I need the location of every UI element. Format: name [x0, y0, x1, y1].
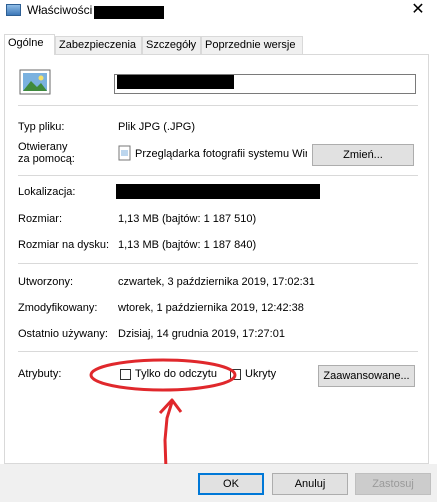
created-label: Utworzony:: [18, 276, 74, 288]
apply-button[interactable]: Zastosuj: [355, 473, 431, 495]
separator: [18, 175, 418, 176]
readonly-label[interactable]: Tylko do odczytu: [135, 368, 217, 380]
tab-security[interactable]: Zabezpieczenia: [55, 36, 142, 54]
size-on-disk-value: 1,13 MB (bajtów: 1 187 840): [118, 239, 257, 251]
dialog-footer: OK Anuluj Zastosuj: [0, 464, 437, 502]
tab-general[interactable]: Ogólne: [4, 34, 55, 55]
change-button[interactable]: Zmień...: [312, 144, 414, 166]
modified-label: Zmodyfikowany:: [18, 302, 98, 314]
separator: [18, 105, 418, 106]
tab-details[interactable]: Szczegóły: [142, 36, 201, 54]
image-file-icon: [6, 4, 21, 16]
window-title: Właściwości: [27, 3, 93, 17]
hidden-checkbox[interactable]: [230, 369, 241, 380]
location-label: Lokalizacja:: [18, 186, 76, 198]
opens-with-value: Przeglądarka fotografii systemu Wir: [135, 148, 307, 160]
separator: [18, 263, 418, 264]
separator: [18, 351, 418, 352]
hidden-label[interactable]: Ukryty: [245, 368, 276, 380]
redacted-location: [116, 184, 320, 199]
tab-previous-versions[interactable]: Poprzednie wersje: [201, 36, 303, 54]
title-bar: Właściwości ✕: [0, 0, 437, 31]
general-panel: Typ pliku: Plik JPG (.JPG) Otwierany za …: [4, 54, 429, 464]
readonly-checkbox[interactable]: [120, 369, 131, 380]
photo-viewer-icon: [118, 145, 131, 161]
cancel-button[interactable]: Anuluj: [272, 473, 348, 495]
redacted-name: [117, 75, 234, 89]
file-type-label: Typ pliku:: [18, 121, 65, 133]
accessed-label: Ostatnio używany:: [18, 328, 108, 340]
size-label: Rozmiar:: [18, 213, 63, 225]
ok-button[interactable]: OK: [198, 473, 264, 495]
file-type-value: Plik JPG (.JPG): [118, 121, 196, 133]
close-icon[interactable]: ✕: [407, 0, 429, 20]
modified-value: wtorek, 1 października 2019, 12:42:38: [118, 302, 304, 314]
advanced-button[interactable]: Zaawansowane...: [318, 365, 415, 387]
created-value: czwartek, 3 października 2019, 17:02:31: [118, 276, 315, 288]
accessed-value: Dzisiaj, 14 grudnia 2019, 17:27:01: [118, 328, 285, 340]
opens-with-label-line1: Otwierany: [18, 141, 68, 153]
opens-with-label-line2: za pomocą:: [18, 153, 75, 165]
jpg-file-icon: [19, 69, 51, 95]
redacted-filename: [94, 6, 164, 19]
size-on-disk-label: Rozmiar na dysku:: [18, 239, 110, 251]
size-value: 1,13 MB (bajtów: 1 187 510): [118, 213, 257, 225]
attributes-label: Atrybuty:: [18, 368, 62, 380]
